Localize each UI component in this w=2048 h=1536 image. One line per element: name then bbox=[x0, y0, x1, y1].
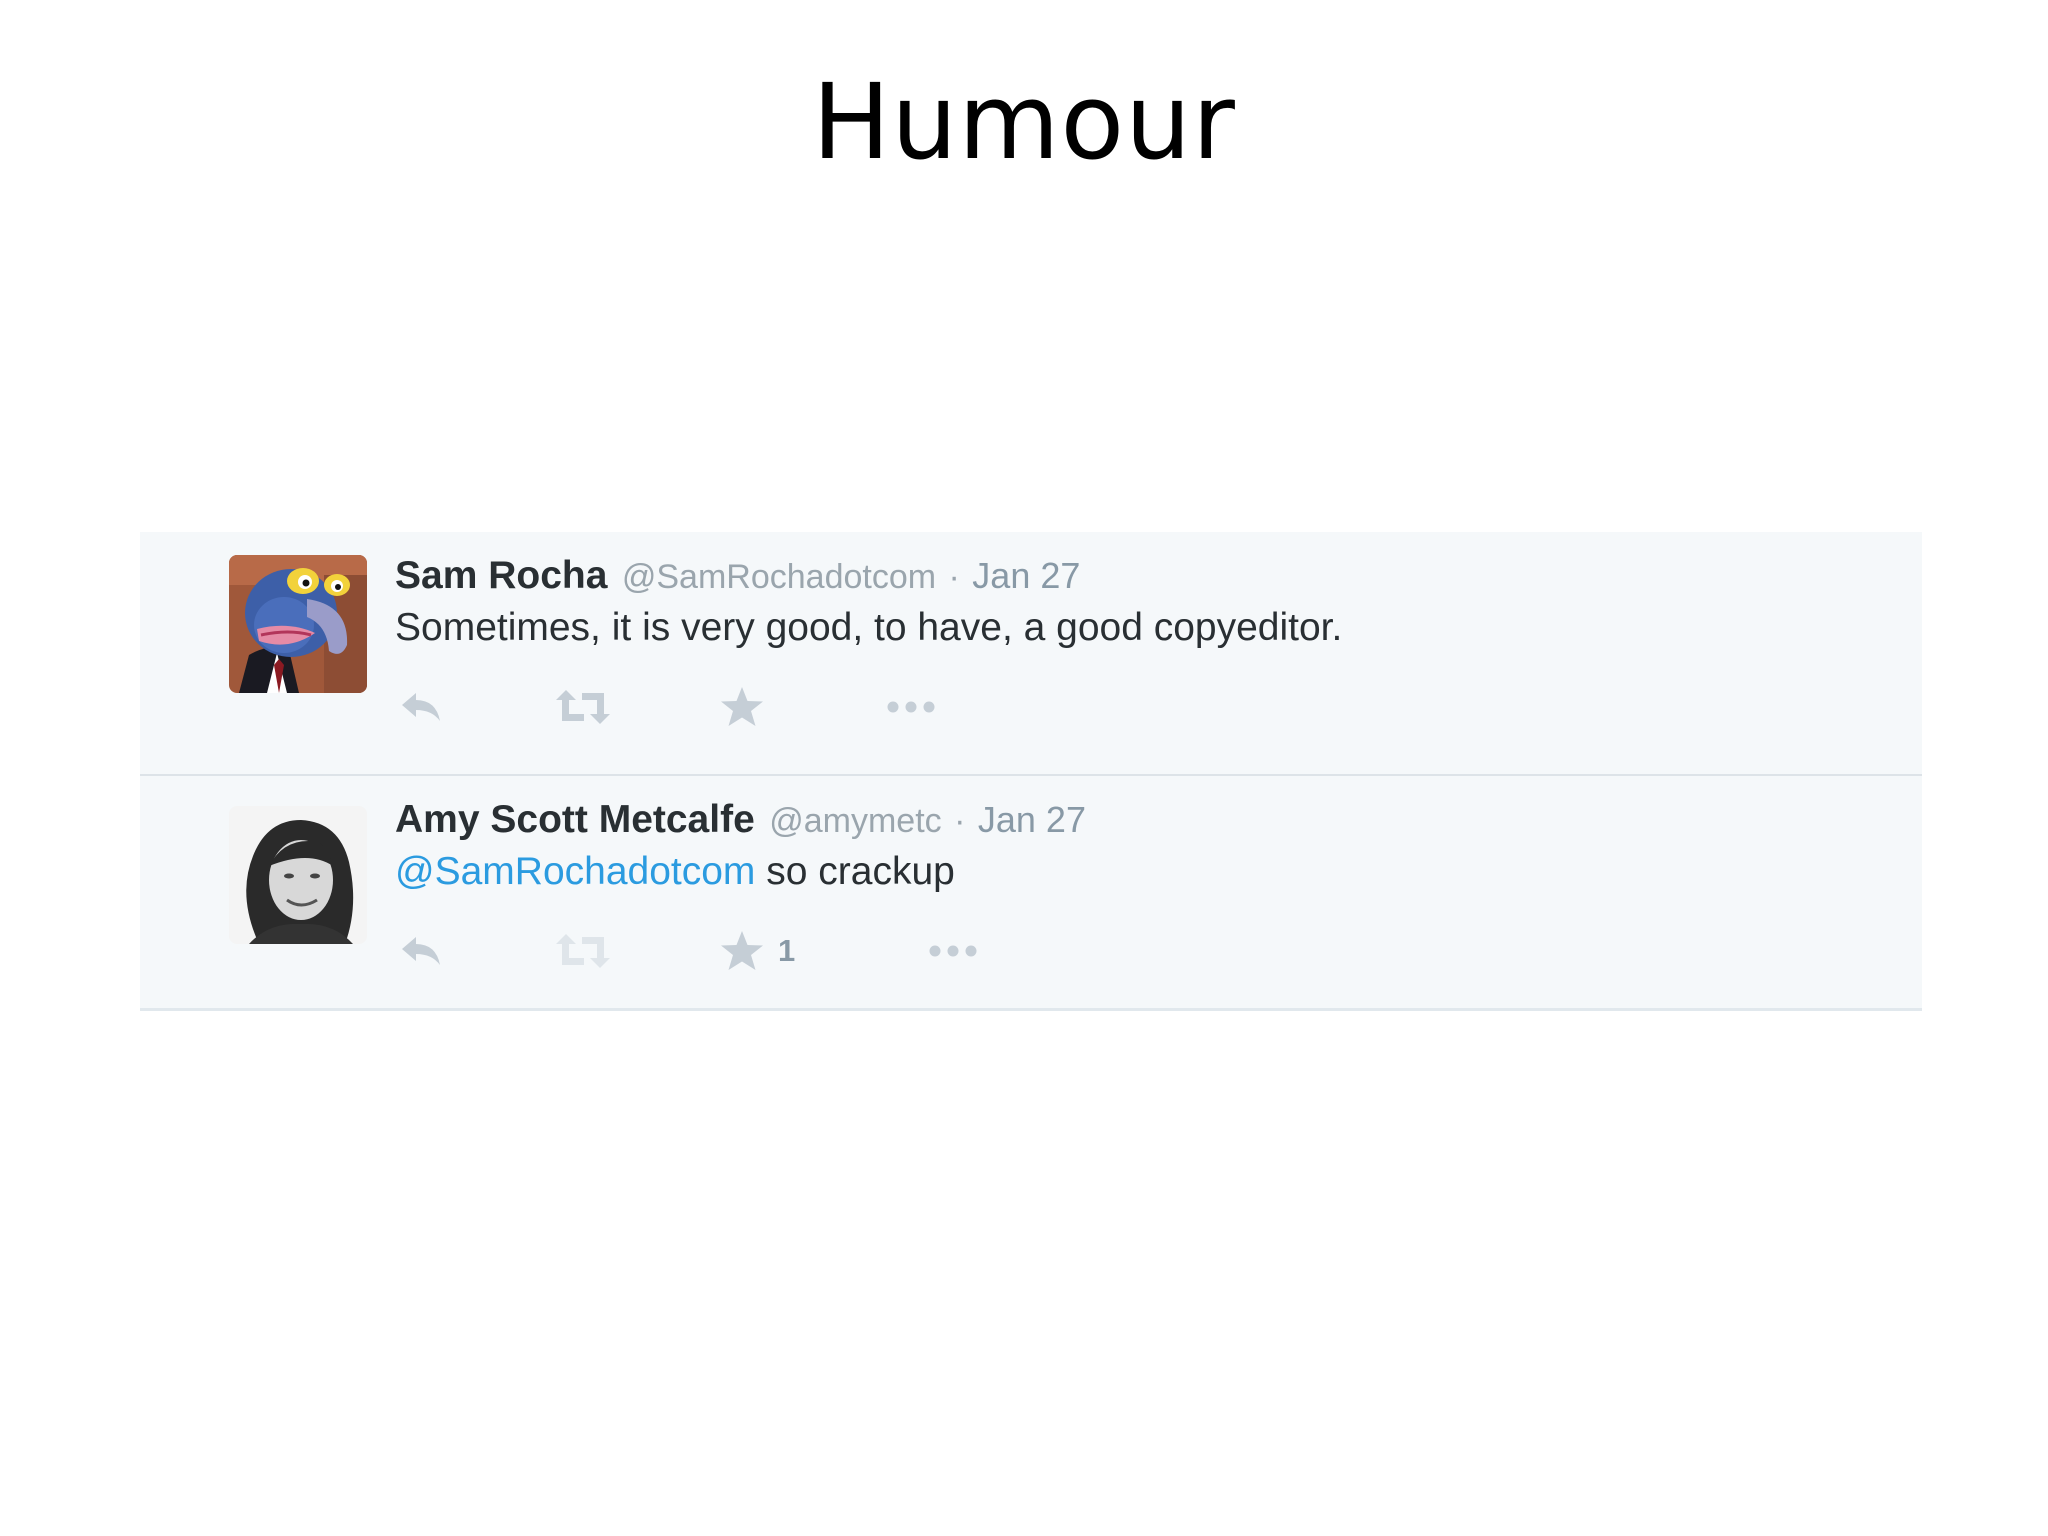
reply-button[interactable] bbox=[398, 926, 444, 976]
more-button[interactable] bbox=[886, 682, 936, 732]
reply-icon bbox=[402, 693, 440, 721]
tweet-text: @SamRochadotcom so crackup bbox=[395, 848, 955, 896]
avatar[interactable] bbox=[229, 555, 367, 693]
author-name[interactable]: Amy Scott Metcalfe bbox=[395, 798, 755, 841]
tweet[interactable]: Sam Rocha @SamRochadotcom · Jan 27 Somet… bbox=[140, 532, 1922, 776]
tweet-text: Sometimes, it is very good, to have, a g… bbox=[395, 606, 1343, 649]
tweet[interactable]: Amy Scott Metcalfe @amymetc · Jan 27 @Sa… bbox=[140, 776, 1922, 1008]
tweet-date[interactable]: Jan 27 bbox=[972, 555, 1080, 596]
tweet-timeline: Sam Rocha @SamRochadotcom · Jan 27 Somet… bbox=[140, 532, 1922, 1011]
retweet-button[interactable] bbox=[554, 682, 612, 732]
more-icon bbox=[887, 701, 935, 713]
more-button[interactable] bbox=[928, 926, 978, 976]
separator: · bbox=[948, 558, 960, 596]
tweet-header: Sam Rocha @SamRochadotcom · Jan 27 bbox=[395, 552, 1080, 608]
separator: · bbox=[954, 802, 966, 840]
author-handle[interactable]: @SamRochadotcom bbox=[622, 558, 936, 596]
author-name[interactable]: Sam Rocha bbox=[395, 554, 607, 597]
avatar[interactable] bbox=[229, 806, 367, 944]
retweet-icon bbox=[556, 934, 610, 968]
mention-link[interactable]: @SamRochadotcom bbox=[395, 850, 755, 893]
retweet-button[interactable] bbox=[554, 926, 612, 976]
favorite-count: 1 bbox=[778, 933, 796, 968]
favorite-icon bbox=[721, 687, 763, 726]
slide-title: Humour bbox=[812, 61, 1236, 183]
tweet-body: so crackup bbox=[755, 850, 955, 893]
retweet-icon bbox=[556, 690, 610, 724]
tweet-header: Amy Scott Metcalfe @amymetc · Jan 27 bbox=[395, 796, 1086, 852]
reply-icon bbox=[402, 937, 440, 965]
more-icon bbox=[929, 945, 977, 957]
reply-button[interactable] bbox=[398, 682, 444, 732]
favorite-icon bbox=[721, 931, 763, 970]
favorite-button[interactable] bbox=[720, 682, 764, 732]
tweet-date[interactable]: Jan 27 bbox=[978, 799, 1086, 840]
muppet-avatar-icon bbox=[229, 555, 367, 693]
author-handle[interactable]: @amymetc bbox=[769, 802, 941, 840]
favorite-button[interactable]: 1 bbox=[720, 926, 795, 976]
portrait-avatar-icon bbox=[229, 806, 367, 944]
